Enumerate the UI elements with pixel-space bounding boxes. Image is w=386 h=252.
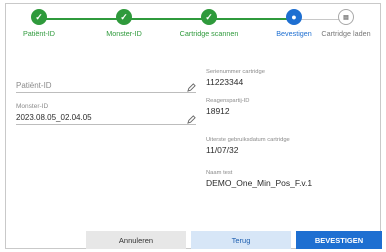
patient-id-field[interactable]: Patiënt-ID xyxy=(16,78,196,93)
test-name: Naam test DEMO_One_Min_Pos_F.v.1 xyxy=(206,170,312,188)
check-icon: ✓ xyxy=(31,9,47,25)
serial-value: 11223344 xyxy=(206,77,244,87)
step-label: Patiënt-ID xyxy=(23,29,55,38)
cartridge-serial: Serienummer cartridge 11223344 xyxy=(206,69,265,87)
step-label: Monster-ID xyxy=(106,29,142,38)
test-label: Naam test xyxy=(206,170,233,176)
confirm-dialog: ✓ Patiënt-ID ✓ Monster-ID ✓ Cartridge sc… xyxy=(5,3,382,250)
check-icon: ✓ xyxy=(116,9,132,25)
active-step-icon: ● xyxy=(286,9,302,25)
lot-value: 18912 xyxy=(206,106,230,116)
cartridge-expiry: Uiterste gebruiksdatum cartridge 11/07/3… xyxy=(206,137,290,155)
step-label: Cartridge scannen xyxy=(179,29,239,38)
sample-id-field[interactable]: Monster-ID 2023.08.05_02.04.05 xyxy=(16,103,196,125)
confirm-button[interactable]: BEVESTIGEN xyxy=(296,231,382,249)
step-label: Cartridge laden xyxy=(321,29,371,38)
cancel-button[interactable]: Annuleren xyxy=(86,231,186,249)
patient-id-input[interactable]: Patiënt-ID xyxy=(16,78,196,93)
expiry-value: 11/07/32 xyxy=(206,145,239,155)
cartridge-icon: ▤ xyxy=(338,9,354,25)
sample-id-input[interactable]: 2023.08.05_02.04.05 xyxy=(16,110,196,125)
expiry-label: Uiterste gebruiksdatum cartridge xyxy=(206,137,290,143)
test-value: DEMO_One_Min_Pos_F.v.1 xyxy=(206,178,313,188)
step-load-cartridge: ▤ Cartridge laden xyxy=(311,9,381,38)
lot-label: Reagenspartij-ID xyxy=(206,98,250,104)
stepper-progress-line xyxy=(39,18,294,20)
step-sample-id: ✓ Monster-ID xyxy=(89,9,159,38)
stepper: ✓ Patiënt-ID ✓ Monster-ID ✓ Cartridge sc… xyxy=(6,4,382,74)
serial-label: Serienummer cartridge xyxy=(206,69,265,75)
sample-id-label: Monster-ID xyxy=(16,103,49,110)
step-patient-id: ✓ Patiënt-ID xyxy=(4,9,74,38)
dialog-footer: Annuleren Terug BEVESTIGEN xyxy=(6,231,382,250)
step-scan-cartridge: ✓ Cartridge scannen xyxy=(174,9,244,38)
check-icon: ✓ xyxy=(201,9,217,25)
pencil-icon[interactable] xyxy=(187,83,196,92)
back-button[interactable]: Terug xyxy=(191,231,291,249)
pencil-icon[interactable] xyxy=(187,115,196,124)
reagent-lot: Reagenspartij-ID 18912 xyxy=(206,98,250,116)
